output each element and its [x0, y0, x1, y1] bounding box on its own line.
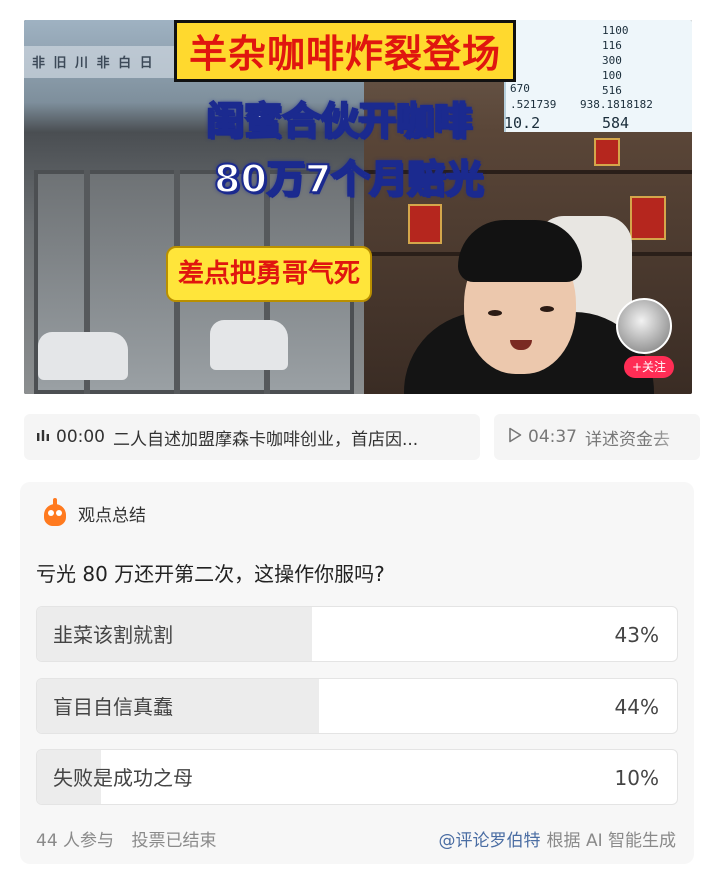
caption-line-2: 闺蜜合伙开咖啡: [205, 98, 473, 144]
video-thumbnail[interactable]: 非 旧 川 非 白 日 1100 116 300 100 516 938.181…: [24, 20, 692, 394]
poll-participants: 44 人参与: [36, 831, 115, 851]
spreadsheet-cell: .521739: [510, 98, 557, 111]
caption-line-3: 80万7个月赔光: [213, 156, 484, 202]
segment-time: 00:00: [56, 427, 105, 447]
poll-option[interactable]: 盲目自信真蠢 44%: [36, 678, 678, 734]
play-icon: [508, 427, 522, 447]
poll-status: 投票已结束: [131, 831, 217, 851]
poll-attribution: @评论罗伯特 根据 AI 智能生成: [439, 826, 676, 851]
segment-text: 二人自述加盟摩森卡咖啡创业，首店因...: [113, 429, 419, 450]
author-avatar[interactable]: [616, 298, 672, 354]
author-link[interactable]: @评论罗伯特: [439, 831, 541, 851]
robot-mascot-icon: [40, 498, 70, 528]
follow-button[interactable]: +关注: [624, 356, 674, 378]
segment-chip-2[interactable]: 04:37 详述资金去: [494, 414, 700, 460]
spreadsheet-cell: 10.2: [504, 114, 541, 132]
poll-option-label: 盲目自信真蠢: [53, 695, 173, 719]
ai-generated-note: 根据 AI 智能生成: [546, 831, 676, 851]
poll-option-percent: 43%: [614, 623, 659, 647]
poll-option-percent: 44%: [614, 695, 659, 719]
segment-time: 04:37: [528, 427, 577, 447]
audio-bars-icon: [36, 428, 50, 446]
poll-option-label: 韭菜该割就割: [53, 623, 173, 647]
poll-option[interactable]: 韭菜该割就割 43%: [36, 606, 678, 662]
spreadsheet-cell: 670: [510, 82, 530, 95]
segment-chip-1[interactable]: 00:00 二人自述加盟摩森卡咖啡创业，首店因...: [24, 414, 480, 460]
poll-option-percent: 10%: [614, 766, 659, 790]
caption-highlight: 差点把勇哥气死: [166, 246, 373, 302]
poll-header: 观点总结: [40, 498, 146, 528]
poll-option-label: 失败是成功之母: [53, 766, 193, 790]
poll-question: 亏光 80 万还开第二次，这操作你服吗?: [36, 562, 385, 586]
poll-header-title: 观点总结: [78, 505, 146, 526]
poll-card: 观点总结 亏光 80 万还开第二次，这操作你服吗? 韭菜该割就割 43% 盲目自…: [20, 482, 694, 864]
poll-footer: 44 人参与 投票已结束: [36, 826, 216, 851]
caption-headline: 羊杂咖啡炸裂登场: [174, 20, 517, 82]
poll-option[interactable]: 失败是成功之母 10%: [36, 749, 678, 805]
